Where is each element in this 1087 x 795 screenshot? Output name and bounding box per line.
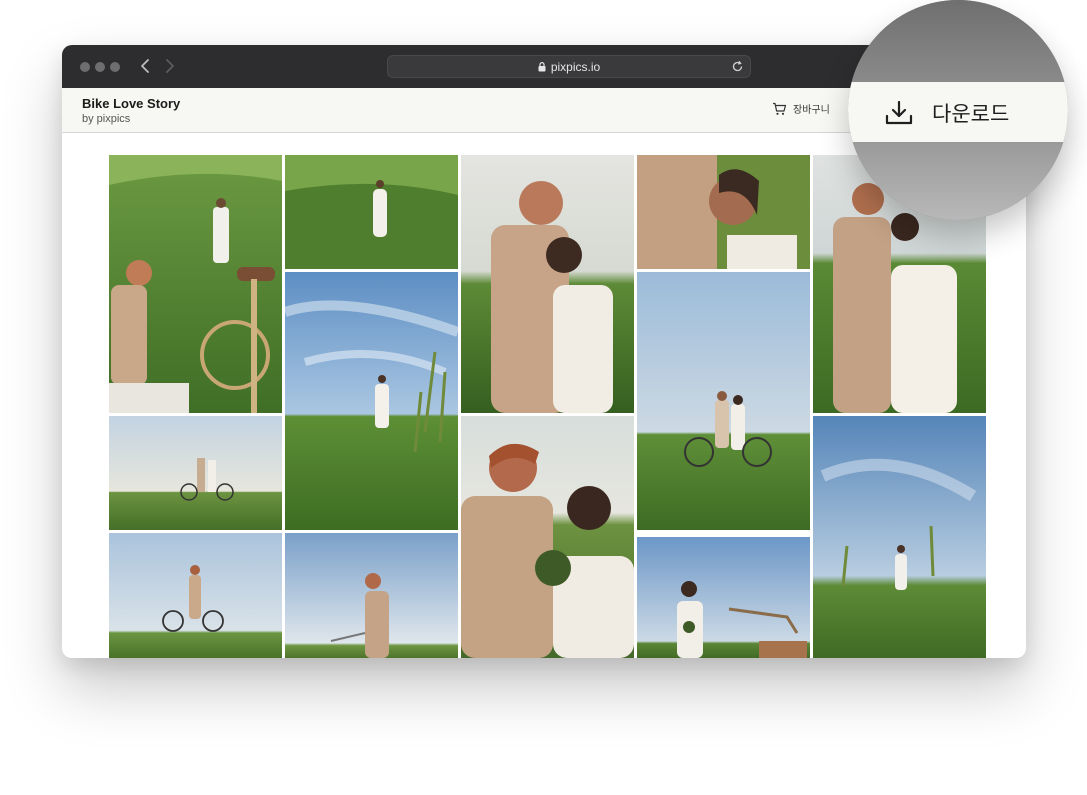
page-title: Bike Love Story (82, 96, 181, 111)
forward-arrow-icon[interactable] (160, 55, 178, 77)
page-subtitle: by pixpics (82, 113, 131, 125)
reload-icon[interactable] (731, 60, 744, 78)
lock-icon (538, 62, 546, 72)
photo-man-with-bicycle[interactable] (109, 533, 282, 658)
download-button[interactable]: 다운로드 (884, 98, 1009, 128)
address-bar[interactable]: pixpics.io (387, 55, 751, 78)
close-window-button[interactable] (80, 62, 90, 72)
photo-couple-bike-horizon[interactable] (109, 416, 282, 530)
photo-couple-with-bicycle[interactable] (637, 272, 810, 530)
photo-couple-face-to-face-flowers[interactable] (461, 416, 634, 658)
photo-wide-sky-grass-woman[interactable] (813, 416, 986, 658)
photo-woman-white-dress-field[interactable] (285, 155, 458, 269)
photo-man-walking-bicycle[interactable] (285, 533, 458, 658)
cart-label: 장바구니 (793, 105, 830, 116)
cart-button[interactable]: 장바구니 (772, 101, 830, 116)
cart-icon (773, 102, 787, 115)
back-arrow-icon[interactable] (137, 55, 155, 77)
photo-woman-spinning-sky[interactable] (285, 272, 458, 530)
minimize-window-button[interactable] (95, 62, 105, 72)
photo-woman-bouquet-bicycle[interactable] (637, 537, 810, 658)
download-zoom-callout: 다운로드 (848, 0, 1068, 220)
url-text: pixpics.io (550, 60, 601, 74)
maximize-window-button[interactable] (110, 62, 120, 72)
photo-couple-closeup[interactable] (637, 155, 810, 269)
download-label: 다운로드 (932, 103, 1010, 126)
photo-couple-bike-field[interactable] (109, 155, 282, 413)
photo-couple-embrace-sunset[interactable] (461, 155, 634, 413)
download-icon (885, 100, 913, 125)
